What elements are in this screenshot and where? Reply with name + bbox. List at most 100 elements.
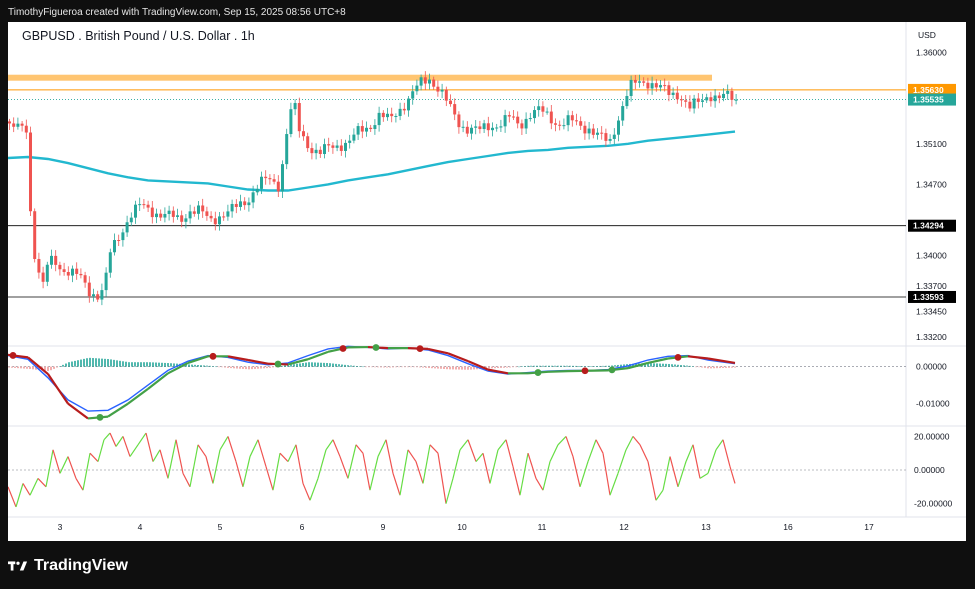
macd-histogram-bar bbox=[125, 361, 127, 367]
macd-histogram-bar bbox=[68, 362, 70, 367]
macd-histogram-bar bbox=[83, 358, 85, 367]
macd-histogram-bar bbox=[590, 366, 592, 367]
osc-line-segment bbox=[339, 456, 349, 479]
oscillator-pane bbox=[8, 432, 906, 508]
signal-line-segment bbox=[547, 369, 569, 373]
macd-histogram-bar bbox=[14, 366, 16, 368]
candle-body bbox=[642, 81, 646, 83]
chart-area[interactable]: 1.36000 1.35100 1.34700 1.34000 1.33700 1.334… bbox=[8, 22, 966, 541]
candle-body bbox=[260, 176, 263, 189]
candle-body bbox=[533, 110, 536, 119]
macd-histogram-bar bbox=[359, 366, 361, 367]
candle-body bbox=[713, 95, 717, 102]
osc-line-segment bbox=[205, 456, 214, 484]
macd-histogram-bar bbox=[734, 366, 736, 368]
candle-body bbox=[411, 91, 415, 99]
price-tag-label: 1.34294 bbox=[913, 221, 944, 231]
macd-histogram-bar bbox=[386, 366, 388, 368]
macd-histogram-bar bbox=[209, 365, 211, 367]
candle-body bbox=[381, 112, 385, 118]
time-tick-label: 16 bbox=[783, 522, 793, 532]
macd-line bbox=[8, 345, 736, 412]
cross-marker bbox=[274, 360, 282, 368]
osc-line-segment bbox=[8, 486, 17, 508]
candle-body bbox=[71, 268, 74, 276]
macd-histogram-bar bbox=[539, 365, 541, 367]
macd-histogram-bar bbox=[458, 366, 460, 370]
macd-histogram-bar bbox=[17, 366, 19, 369]
candle-body bbox=[243, 201, 247, 206]
candle-body bbox=[709, 97, 713, 102]
macd-histogram-bar bbox=[137, 362, 139, 367]
macd-histogram-bar bbox=[533, 365, 535, 367]
macd-histogram-bar bbox=[419, 366, 421, 368]
osc-line-segment bbox=[482, 453, 491, 484]
osc-line-segment bbox=[355, 444, 364, 454]
candle-body bbox=[75, 268, 79, 274]
osc-line-segment bbox=[632, 436, 641, 446]
osc-line-segment bbox=[549, 444, 559, 462]
macd-histogram-bar bbox=[272, 366, 274, 368]
macd-histogram-bar bbox=[215, 366, 217, 368]
footer-brand[interactable]: TradingView bbox=[8, 555, 128, 577]
macd-histogram-bar bbox=[368, 366, 370, 368]
candle-body bbox=[360, 126, 364, 132]
chart-canvas[interactable]: 1.36000 1.35100 1.34700 1.34000 1.33700 1.334… bbox=[8, 22, 966, 541]
ema-line bbox=[8, 130, 736, 192]
candle-body bbox=[138, 204, 142, 206]
macd-histogram-bar bbox=[149, 362, 151, 367]
time-tick-label: 4 bbox=[138, 522, 143, 532]
resistance-zone bbox=[8, 74, 712, 81]
macd-histogram-bar bbox=[89, 357, 91, 367]
osc-line-segment bbox=[437, 453, 447, 504]
macd-histogram-bar bbox=[311, 362, 313, 367]
macd-histogram-bar bbox=[377, 366, 379, 368]
candle-body bbox=[461, 126, 465, 128]
macd-histogram-bar bbox=[407, 366, 409, 368]
macd-histogram-bar bbox=[467, 366, 469, 370]
osc-line-segment bbox=[347, 444, 357, 479]
macd-histogram-bar bbox=[11, 366, 13, 368]
macd-histogram-bar bbox=[329, 363, 331, 367]
macd-histogram-bar bbox=[248, 366, 250, 370]
candle-body bbox=[591, 128, 595, 135]
cross-marker bbox=[416, 345, 424, 352]
macd-histogram-bar bbox=[284, 365, 286, 367]
cross-marker bbox=[674, 354, 682, 361]
osc-tick-label: -20.00000 bbox=[914, 499, 953, 509]
candle-body bbox=[608, 138, 612, 141]
osc-line-segment bbox=[152, 449, 161, 462]
candle-body bbox=[331, 145, 335, 148]
macd-histogram-bar bbox=[350, 365, 352, 367]
macd-histogram-bar bbox=[572, 365, 574, 367]
signal-line-segment bbox=[127, 387, 149, 405]
osc-line-segment bbox=[175, 439, 184, 474]
candle-body bbox=[348, 140, 352, 143]
candle-body bbox=[667, 85, 671, 96]
macd-histogram-bar bbox=[65, 363, 67, 367]
macd-histogram-bar bbox=[116, 360, 118, 367]
chart-title: GBPUSD . British Pound / U.S. Dollar . 1… bbox=[22, 29, 255, 43]
candle-body bbox=[684, 100, 688, 102]
macd-histogram-bar bbox=[683, 365, 685, 367]
signal-line-segment bbox=[687, 355, 709, 360]
candle-body bbox=[251, 192, 255, 203]
macd-histogram-bar bbox=[263, 366, 265, 369]
osc-line-segment bbox=[287, 444, 297, 462]
candle-body bbox=[125, 222, 129, 233]
candle-body bbox=[596, 132, 599, 135]
osc-line-segment bbox=[497, 439, 507, 451]
osc-line-segment bbox=[197, 444, 207, 457]
osc-line-segment bbox=[489, 449, 499, 484]
macd-histogram-bar bbox=[701, 366, 703, 368]
macd-histogram-bar bbox=[53, 366, 55, 369]
candle-body bbox=[604, 133, 608, 141]
macd-histogram-bar bbox=[587, 366, 589, 367]
candle-body bbox=[537, 106, 541, 111]
time-tick-label: 12 bbox=[619, 522, 629, 532]
price-tick-label: 1.34000 bbox=[916, 251, 947, 261]
candle-body bbox=[83, 275, 87, 283]
macd-histogram-bar bbox=[158, 362, 160, 367]
candle-body bbox=[402, 108, 406, 111]
macd-histogram-bar bbox=[593, 366, 595, 367]
